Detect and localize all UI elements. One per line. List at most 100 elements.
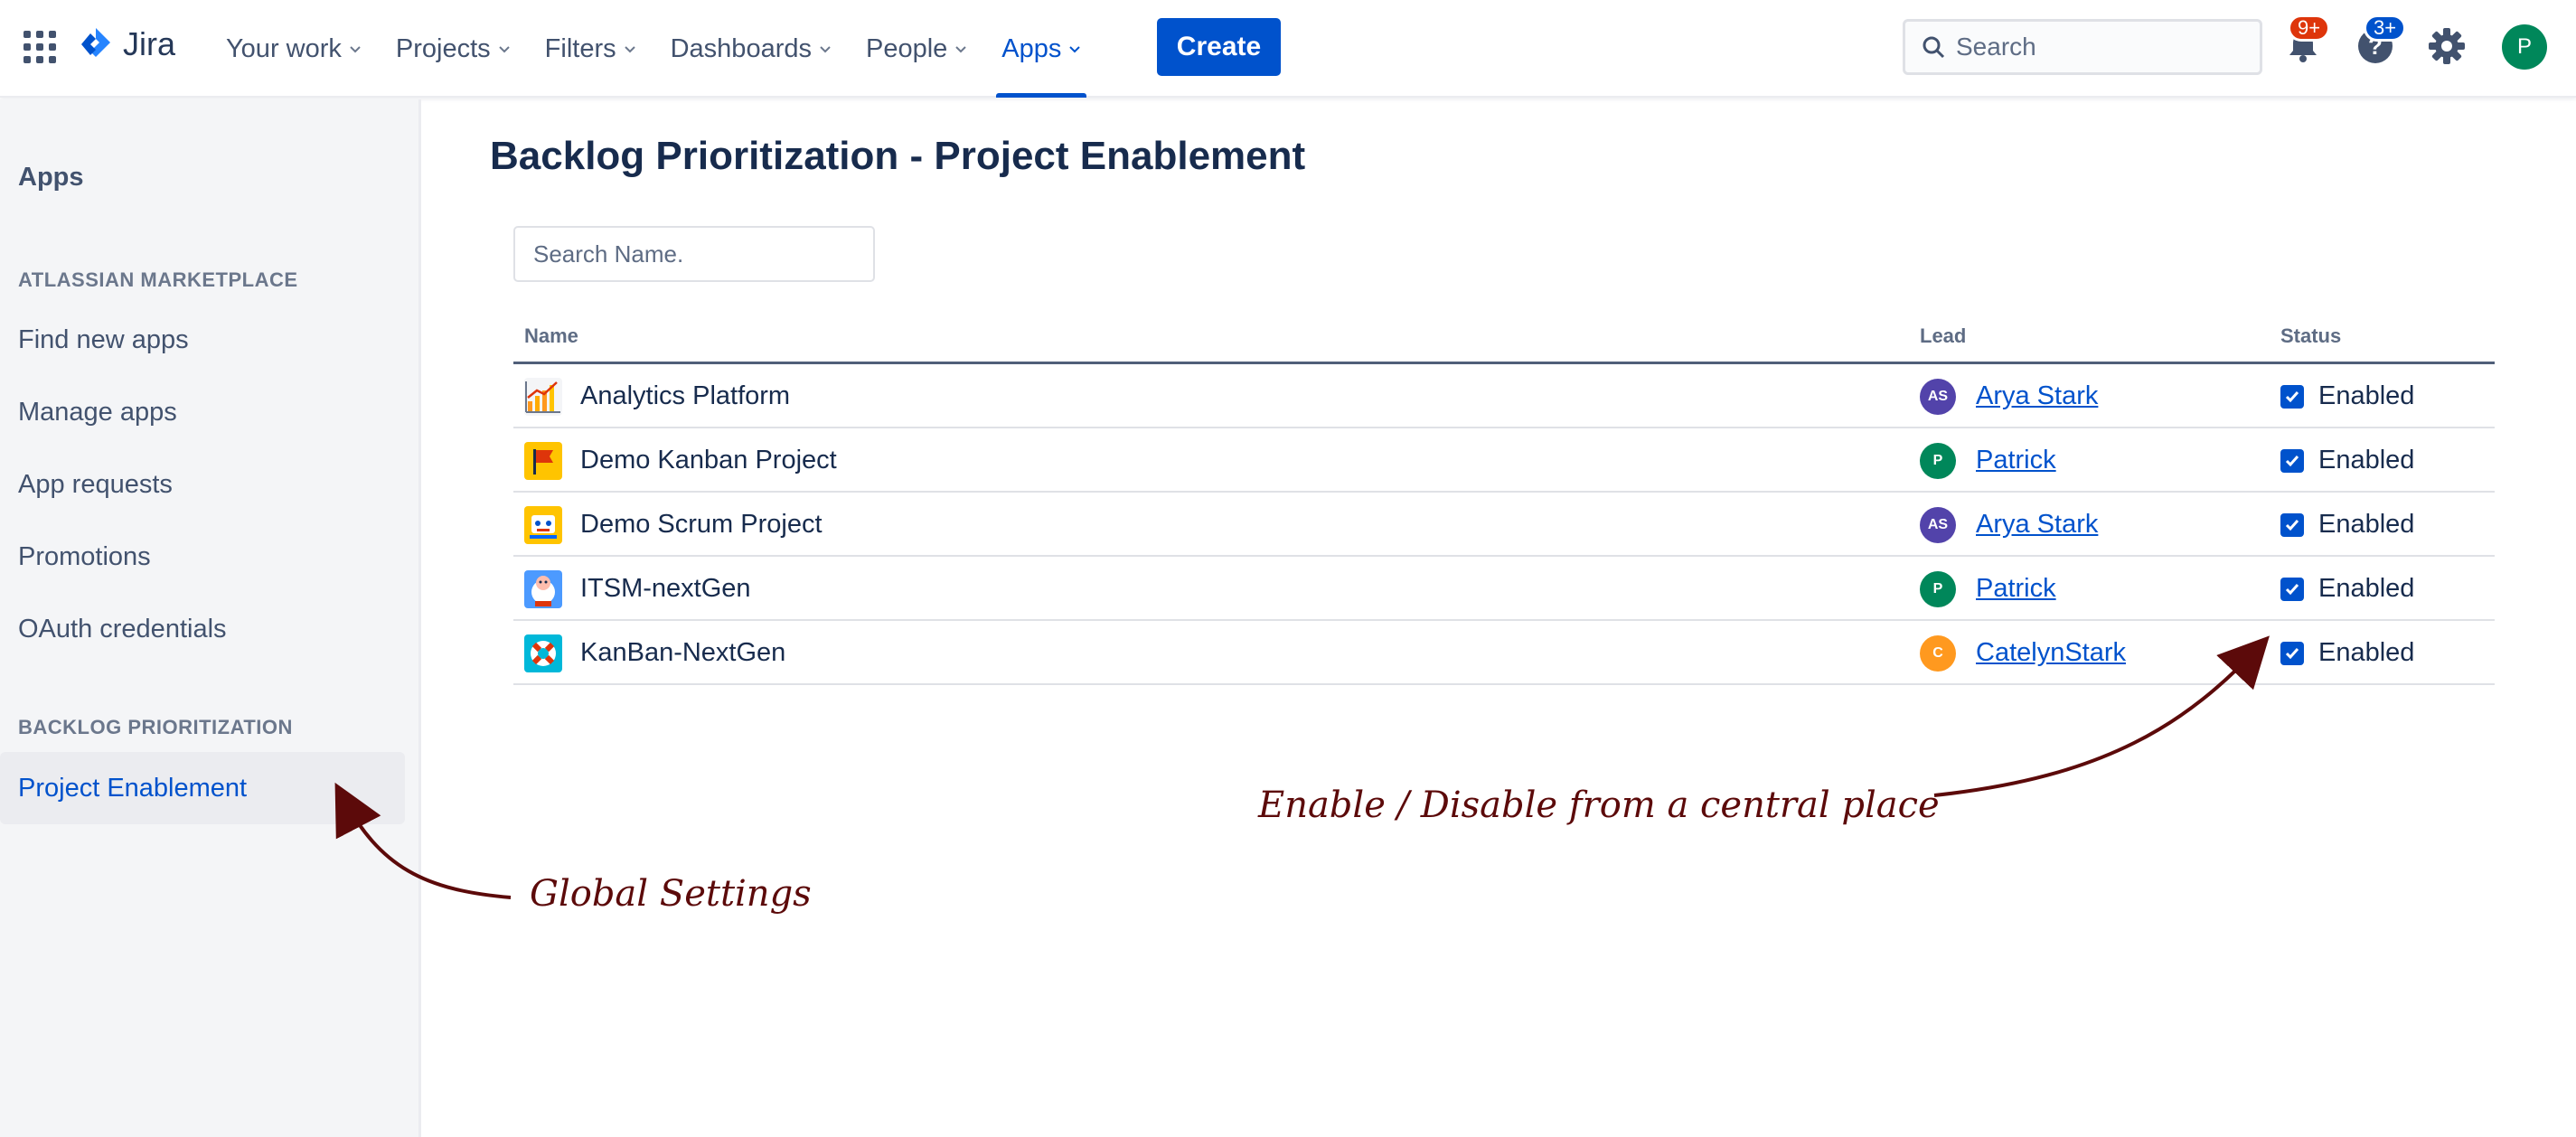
- nav-people[interactable]: People: [853, 0, 980, 98]
- annotation-global-settings: Global Settings: [530, 873, 812, 915]
- lead-link[interactable]: Patrick: [1976, 446, 2056, 475]
- section-heading-backlog-prioritization: BACKLOG PRIORITIZATION: [18, 716, 293, 738]
- project-name[interactable]: Demo Scrum Project: [580, 510, 823, 540]
- lead-link[interactable]: Arya Stark: [1976, 510, 2098, 540]
- logo-text: Jira: [123, 25, 176, 62]
- nav-label: Projects: [395, 33, 491, 63]
- nav-dashboards[interactable]: Dashboards: [658, 0, 844, 98]
- column-header-status[interactable]: Status: [2280, 324, 2341, 348]
- status-cell: Enabled: [2280, 428, 2414, 493]
- lead-cell: C CatelynStark: [1920, 621, 2126, 685]
- nav-label: Apps: [1001, 33, 1062, 63]
- lead-cell: AS Arya Stark: [1920, 364, 2098, 428]
- column-header-lead[interactable]: Lead: [1920, 324, 1966, 348]
- section-heading-marketplace: ATLASSIAN MARKETPLACE: [18, 268, 298, 291]
- sidebar-item-project-enablement[interactable]: Project Enablement: [0, 752, 405, 824]
- chevron-down-icon: [350, 46, 361, 53]
- lead-avatar: AS: [1920, 506, 1956, 543]
- chevron-down-icon: [955, 46, 967, 53]
- sidebar-item-promotions[interactable]: Promotions: [0, 521, 405, 593]
- checkmark-icon: [2285, 390, 2299, 402]
- checkmark-icon: [2285, 455, 2299, 466]
- lead-avatar: AS: [1920, 378, 1956, 415]
- nav-menu: Your work Projects Filters Dashboards Pe…: [213, 0, 1103, 98]
- project-cell: ITSM-nextGen: [524, 557, 751, 621]
- sidebar-item-find-new-apps[interactable]: Find new apps: [0, 304, 405, 376]
- status-cell: Enabled: [2280, 621, 2414, 685]
- lifebuoy-icon: [524, 634, 562, 672]
- enabled-checkbox[interactable]: [2280, 577, 2304, 601]
- table-row: ITSM-nextGen P Patrick Enabled: [513, 557, 2495, 621]
- column-header-name[interactable]: Name: [524, 324, 578, 348]
- lead-link[interactable]: Arya Stark: [1976, 381, 2098, 411]
- chevron-down-icon: [1069, 46, 1081, 53]
- jira-logo-icon: [81, 28, 110, 57]
- sidebar-item-app-requests[interactable]: App requests: [0, 448, 405, 521]
- status-cell: Enabled: [2280, 557, 2414, 621]
- lead-link[interactable]: CatelynStark: [1976, 638, 2126, 668]
- nav-projects[interactable]: Projects: [383, 0, 523, 98]
- lead-cell: P Patrick: [1920, 557, 2056, 621]
- nav-filters[interactable]: Filters: [532, 0, 649, 98]
- create-button[interactable]: Create: [1157, 18, 1281, 76]
- enabled-checkbox[interactable]: [2280, 641, 2304, 665]
- status-label: Enabled: [2318, 574, 2415, 603]
- status-cell: Enabled: [2280, 364, 2414, 428]
- project-name[interactable]: Demo Kanban Project: [580, 446, 837, 475]
- projects-table: Name Lead Status Analytics Platform AS A…: [513, 312, 2495, 685]
- user-avatar[interactable]: P: [2502, 24, 2547, 70]
- project-cell: Demo Scrum Project: [524, 493, 823, 557]
- checkmark-icon: [2285, 583, 2299, 595]
- checkmark-icon: [2285, 647, 2299, 659]
- status-label: Enabled: [2318, 446, 2415, 475]
- nav-label: Dashboards: [670, 33, 812, 63]
- table-row: KanBan-NextGen C CatelynStark Enabled: [513, 621, 2495, 685]
- settings-button[interactable]: [2426, 25, 2468, 67]
- lead-avatar: P: [1920, 442, 1956, 479]
- nav-label: People: [865, 33, 948, 63]
- chevron-down-icon: [624, 46, 635, 53]
- status-cell: Enabled: [2280, 493, 2414, 557]
- project-name[interactable]: Analytics Platform: [580, 381, 790, 411]
- lead-avatar: C: [1920, 634, 1956, 672]
- sheep-icon: [524, 569, 562, 608]
- enabled-checkbox[interactable]: [2280, 384, 2304, 409]
- project-name[interactable]: KanBan-NextGen: [580, 638, 785, 668]
- chart-icon: [524, 377, 562, 416]
- flag-icon: [524, 441, 562, 480]
- lead-cell: P Patrick: [1920, 428, 2056, 493]
- global-search[interactable]: [1903, 19, 2262, 75]
- table-row: Analytics Platform AS Arya Stark Enabled: [513, 364, 2495, 428]
- gear-icon: [2429, 28, 2465, 64]
- name-search-input[interactable]: [513, 226, 875, 282]
- robot-icon: [524, 505, 562, 544]
- status-label: Enabled: [2318, 638, 2415, 667]
- project-cell: Demo Kanban Project: [524, 428, 837, 493]
- page-title: Backlog Prioritization - Project Enablem…: [490, 134, 1306, 178]
- project-name[interactable]: ITSM-nextGen: [580, 574, 751, 604]
- jira-logo[interactable]: Jira: [78, 25, 175, 63]
- nav-your-work[interactable]: Your work: [213, 0, 374, 98]
- table-row: Demo Kanban Project P Patrick Enabled: [513, 428, 2495, 493]
- search-icon: [1923, 36, 1945, 59]
- lead-link[interactable]: Patrick: [1976, 574, 2056, 604]
- enabled-checkbox[interactable]: [2280, 448, 2304, 473]
- notifications-badge: 9+: [2288, 14, 2331, 42]
- app-switcher-icon[interactable]: [24, 31, 56, 63]
- chevron-down-icon: [820, 46, 831, 53]
- status-label: Enabled: [2318, 381, 2415, 410]
- lead-avatar: P: [1920, 570, 1956, 607]
- table-row: Demo Scrum Project AS Arya Stark Enabled: [513, 493, 2495, 557]
- top-navigation: Jira Your work Projects Filters Dashboar…: [0, 0, 2576, 98]
- help-button[interactable]: ? 3+: [2355, 14, 2407, 67]
- sidebar-item-oauth-credentials[interactable]: OAuth credentials: [0, 593, 405, 665]
- enabled-checkbox[interactable]: [2280, 512, 2304, 537]
- notifications-button[interactable]: 9+: [2282, 14, 2331, 67]
- search-input[interactable]: [1956, 33, 2245, 61]
- sidebar: Apps ATLASSIAN MARKETPLACE Find new apps…: [0, 99, 421, 1137]
- lead-cell: AS Arya Stark: [1920, 493, 2098, 557]
- nav-apps[interactable]: Apps: [989, 0, 1094, 98]
- project-cell: KanBan-NextGen: [524, 621, 785, 685]
- sidebar-item-manage-apps[interactable]: Manage apps: [0, 376, 405, 448]
- chevron-down-icon: [498, 46, 510, 53]
